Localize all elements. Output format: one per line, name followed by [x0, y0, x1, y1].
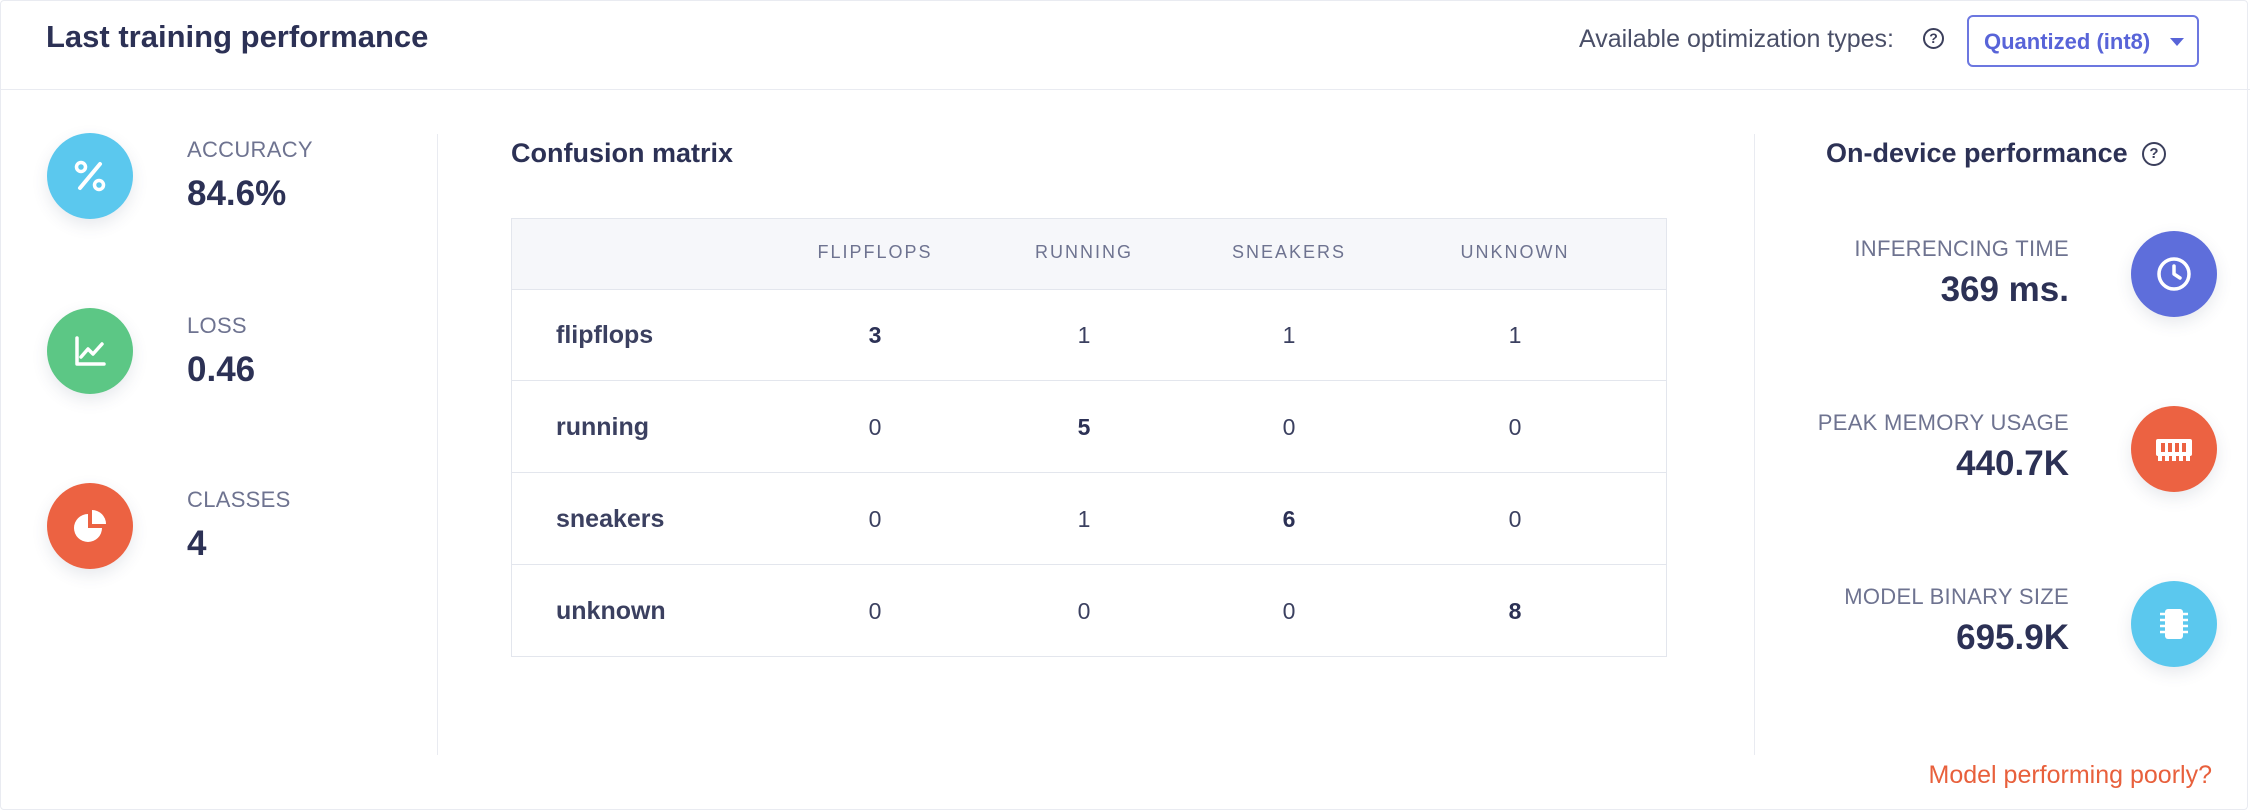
pie-chart-icon — [47, 483, 133, 569]
accuracy-value: 84.6% — [187, 174, 287, 213]
page-title: Last training performance — [46, 19, 429, 54]
loss-value: 0.46 — [187, 350, 256, 389]
row-label: running — [556, 413, 650, 441]
table-cell: 0 — [1508, 506, 1522, 532]
row-label: unknown — [556, 597, 666, 625]
confusion-matrix-title: Confusion matrix — [511, 138, 734, 168]
optimization-label: Available optimization types: — [1579, 25, 1894, 53]
table-cell: 1 — [1282, 322, 1296, 348]
help-icon[interactable]: ? — [1923, 28, 1944, 49]
table-cell: 1 — [1077, 506, 1091, 532]
table-cell: 0 — [868, 598, 882, 624]
table-row: sneakers 0 1 6 0 — [512, 473, 1666, 565]
column-header-sneakers: SNEAKERS — [1231, 242, 1347, 262]
table-cell: 5 — [1077, 414, 1091, 440]
card-header: Last training performance Available opti… — [1, 1, 2250, 90]
table-cell: 0 — [1508, 414, 1522, 440]
classes-label: CLASSES — [187, 487, 291, 512]
model-binary-size-value: 695.9K — [1956, 618, 2069, 657]
table-cell: 0 — [1282, 598, 1296, 624]
divider-right — [1754, 134, 1755, 755]
peak-memory-value: 440.7K — [1956, 444, 2069, 483]
loss-label: LOSS — [187, 313, 247, 338]
table-cell: 8 — [1508, 598, 1522, 624]
chip-icon — [2131, 581, 2217, 667]
help-icon[interactable]: ? — [2142, 142, 2166, 166]
peak-memory-label: PEAK MEMORY USAGE — [1817, 410, 2069, 435]
table-row: unknown 0 0 0 8 — [512, 565, 1666, 657]
table-cell: 0 — [868, 506, 882, 532]
table-header: FLIPFLOPS RUNNING SNEAKERS UNKNOWN — [512, 219, 1666, 290]
on-device-title: On-device performance — [1826, 138, 2128, 168]
clock-icon — [2131, 231, 2217, 317]
column-header-flipflops: FLIPFLOPS — [817, 242, 933, 262]
table-cell: 6 — [1282, 506, 1296, 532]
row-label: sneakers — [556, 505, 665, 533]
accuracy-label: ACCURACY — [187, 137, 313, 162]
table-cell: 3 — [868, 322, 882, 348]
table-cell: 0 — [1282, 414, 1296, 440]
optimization-select-value: Quantized (int8) — [1984, 29, 2151, 54]
model-performing-poorly-link[interactable]: Model performing poorly? — [1929, 761, 2212, 790]
optimization-select[interactable]: Quantized (int8) — [1967, 15, 2199, 67]
divider-left — [437, 134, 438, 755]
table-cell: 0 — [868, 414, 882, 440]
model-binary-size-label: MODEL BINARY SIZE — [1844, 584, 2069, 609]
memory-icon — [2131, 406, 2217, 492]
table-cell: 1 — [1077, 322, 1091, 348]
chart-line-icon — [47, 308, 133, 394]
table-cell: 0 — [1077, 598, 1091, 624]
performance-card: Last training performance Available opti… — [0, 0, 2250, 810]
column-header-running: RUNNING — [1035, 242, 1133, 262]
table-cell: 1 — [1508, 322, 1522, 348]
inferencing-time-value: 369 ms. — [1940, 270, 2069, 309]
percent-icon — [47, 133, 133, 219]
column-header-unknown: UNKNOWN — [1460, 242, 1570, 262]
inferencing-time-label: INFERENCING TIME — [1854, 236, 2069, 261]
chevron-down-icon — [2170, 38, 2184, 46]
row-label: flipflops — [556, 321, 654, 349]
classes-value: 4 — [187, 524, 207, 563]
confusion-matrix-table: FLIPFLOPS RUNNING SNEAKERS UNKNOWN flipf… — [511, 218, 1667, 657]
table-row: running 0 5 0 0 — [512, 381, 1666, 473]
table-row: flipflops 3 1 1 1 — [512, 289, 1666, 381]
